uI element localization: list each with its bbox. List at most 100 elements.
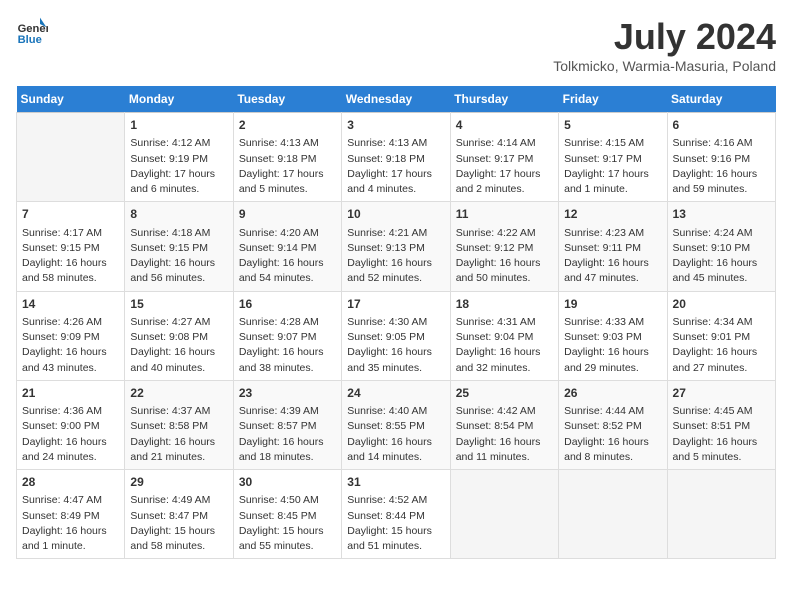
day-number: 19 bbox=[564, 296, 661, 313]
day-info: Sunrise: 4:18 AM Sunset: 9:15 PM Dayligh… bbox=[130, 226, 227, 287]
calendar-cell: 9Sunrise: 4:20 AM Sunset: 9:14 PM Daylig… bbox=[233, 202, 341, 291]
calendar-cell: 21 Sunrise: 4:36 AM Sunset: 9:00 PM Dayli… bbox=[17, 380, 125, 469]
day-number: 23 bbox=[239, 385, 336, 402]
day-info: Sunrise: 4:23 AM Sunset: 9:11 PM Dayligh… bbox=[564, 226, 661, 287]
calendar-cell: 22 Sunrise: 4:37 AM Sunset: 8:58 PM Dayli… bbox=[125, 380, 233, 469]
day-info: Sunrise: 4:30 AM Sunset: 9:05 PM Dayligh… bbox=[347, 315, 444, 376]
calendar-cell bbox=[667, 470, 775, 559]
day-number: 1 bbox=[130, 117, 227, 134]
day-number: 29 bbox=[130, 474, 227, 491]
calendar-cell: 20Sunrise: 4:34 AM Sunset: 9:01 PM Dayli… bbox=[667, 291, 775, 380]
calendar-cell: 15 Sunrise: 4:27 AM Sunset: 9:08 PM Dayli… bbox=[125, 291, 233, 380]
day-info: Sunrise: 4:28 AM Sunset: 9:07 PM Dayligh… bbox=[239, 315, 336, 376]
calendar-cell: 1 Sunrise: 4:12 AM Sunset: 9:19 PM Daylig… bbox=[125, 113, 233, 202]
calendar-week-row: 14 Sunrise: 4:26 AM Sunset: 9:09 PM Dayli… bbox=[17, 291, 776, 380]
calendar-cell: 6Sunrise: 4:16 AM Sunset: 9:16 PM Daylig… bbox=[667, 113, 775, 202]
calendar-cell: 2 Sunrise: 4:13 AM Sunset: 9:18 PM Daylig… bbox=[233, 113, 341, 202]
day-header-wednesday: Wednesday bbox=[342, 86, 450, 113]
calendar-week-row: 21 Sunrise: 4:36 AM Sunset: 9:00 PM Dayli… bbox=[17, 380, 776, 469]
day-number: 26 bbox=[564, 385, 661, 402]
calendar-cell: 17 Sunrise: 4:30 AM Sunset: 9:05 PM Dayli… bbox=[342, 291, 450, 380]
day-info: Sunrise: 4:27 AM Sunset: 9:08 PM Dayligh… bbox=[130, 315, 227, 376]
calendar-cell: 26 Sunrise: 4:44 AM Sunset: 8:52 PM Dayli… bbox=[559, 380, 667, 469]
day-number: 16 bbox=[239, 296, 336, 313]
day-number: 17 bbox=[347, 296, 444, 313]
day-info: Sunrise: 4:13 AM Sunset: 9:18 PM Dayligh… bbox=[347, 136, 444, 197]
svg-text:Blue: Blue bbox=[18, 34, 42, 46]
day-header-thursday: Thursday bbox=[450, 86, 558, 113]
logo-icon: General Blue bbox=[16, 16, 48, 48]
calendar-cell: 19 Sunrise: 4:33 AM Sunset: 9:03 PM Dayli… bbox=[559, 291, 667, 380]
calendar-cell: 27 Sunrise: 4:45 AM Sunset: 8:51 PM Dayli… bbox=[667, 380, 775, 469]
day-number: 21 bbox=[22, 385, 119, 402]
location-subtitle: Tolkmicko, Warmia-Masuria, Poland bbox=[553, 58, 776, 74]
day-info: Sunrise: 4:44 AM Sunset: 8:52 PM Dayligh… bbox=[564, 404, 661, 465]
day-info: Sunrise: 4:37 AM Sunset: 8:58 PM Dayligh… bbox=[130, 404, 227, 465]
day-info: Sunrise: 4:33 AM Sunset: 9:03 PM Dayligh… bbox=[564, 315, 661, 376]
day-number: 6 bbox=[673, 117, 770, 134]
day-number: 24 bbox=[347, 385, 444, 402]
day-info: Sunrise: 4:13 AM Sunset: 9:18 PM Dayligh… bbox=[239, 136, 336, 197]
day-info: Sunrise: 4:42 AM Sunset: 8:54 PM Dayligh… bbox=[456, 404, 553, 465]
calendar-cell: 10 Sunrise: 4:21 AM Sunset: 9:13 PM Dayli… bbox=[342, 202, 450, 291]
day-number: 18 bbox=[456, 296, 553, 313]
day-number: 12 bbox=[564, 206, 661, 223]
day-number: 28 bbox=[22, 474, 119, 491]
day-info: Sunrise: 4:22 AM Sunset: 9:12 PM Dayligh… bbox=[456, 226, 553, 287]
calendar-cell: 28 Sunrise: 4:47 AM Sunset: 8:49 PM Dayli… bbox=[17, 470, 125, 559]
day-number: 5 bbox=[564, 117, 661, 134]
calendar-cell bbox=[450, 470, 558, 559]
day-number: 9 bbox=[239, 206, 336, 223]
day-info: Sunrise: 4:24 AM Sunset: 9:10 PM Dayligh… bbox=[673, 226, 770, 287]
calendar-cell: 16 Sunrise: 4:28 AM Sunset: 9:07 PM Dayli… bbox=[233, 291, 341, 380]
day-number: 7 bbox=[22, 206, 119, 223]
day-info: Sunrise: 4:26 AM Sunset: 9:09 PM Dayligh… bbox=[22, 315, 119, 376]
calendar-cell: 23Sunrise: 4:39 AM Sunset: 8:57 PM Dayli… bbox=[233, 380, 341, 469]
day-number: 11 bbox=[456, 206, 553, 223]
day-number: 13 bbox=[673, 206, 770, 223]
calendar-cell: 11 Sunrise: 4:22 AM Sunset: 9:12 PM Dayli… bbox=[450, 202, 558, 291]
calendar-cell: 8 Sunrise: 4:18 AM Sunset: 9:15 PM Daylig… bbox=[125, 202, 233, 291]
calendar-cell: 7 Sunrise: 4:17 AM Sunset: 9:15 PM Daylig… bbox=[17, 202, 125, 291]
day-number: 4 bbox=[456, 117, 553, 134]
day-number: 8 bbox=[130, 206, 227, 223]
calendar-cell bbox=[559, 470, 667, 559]
day-number: 2 bbox=[239, 117, 336, 134]
day-number: 27 bbox=[673, 385, 770, 402]
day-number: 15 bbox=[130, 296, 227, 313]
day-number: 10 bbox=[347, 206, 444, 223]
calendar-table: SundayMondayTuesdayWednesdayThursdayFrid… bbox=[16, 86, 776, 559]
day-info: Sunrise: 4:17 AM Sunset: 9:15 PM Dayligh… bbox=[22, 226, 119, 287]
calendar-cell: 4Sunrise: 4:14 AM Sunset: 9:17 PM Daylig… bbox=[450, 113, 558, 202]
calendar-week-row: 28 Sunrise: 4:47 AM Sunset: 8:49 PM Dayli… bbox=[17, 470, 776, 559]
day-info: Sunrise: 4:31 AM Sunset: 9:04 PM Dayligh… bbox=[456, 315, 553, 376]
day-info: Sunrise: 4:45 AM Sunset: 8:51 PM Dayligh… bbox=[673, 404, 770, 465]
day-info: Sunrise: 4:52 AM Sunset: 8:44 PM Dayligh… bbox=[347, 493, 444, 554]
day-header-friday: Friday bbox=[559, 86, 667, 113]
calendar-week-row: 1 Sunrise: 4:12 AM Sunset: 9:19 PM Daylig… bbox=[17, 113, 776, 202]
day-info: Sunrise: 4:50 AM Sunset: 8:45 PM Dayligh… bbox=[239, 493, 336, 554]
page-header: General Blue July 2024 Tolkmicko, Warmia… bbox=[16, 16, 776, 74]
day-number: 14 bbox=[22, 296, 119, 313]
calendar-cell: 3Sunrise: 4:13 AM Sunset: 9:18 PM Daylig… bbox=[342, 113, 450, 202]
calendar-cell: 24Sunrise: 4:40 AM Sunset: 8:55 PM Dayli… bbox=[342, 380, 450, 469]
day-info: Sunrise: 4:47 AM Sunset: 8:49 PM Dayligh… bbox=[22, 493, 119, 554]
calendar-header-row: SundayMondayTuesdayWednesdayThursdayFrid… bbox=[17, 86, 776, 113]
month-title: July 2024 bbox=[553, 16, 776, 58]
calendar-cell: 14 Sunrise: 4:26 AM Sunset: 9:09 PM Dayli… bbox=[17, 291, 125, 380]
day-number: 22 bbox=[130, 385, 227, 402]
calendar-cell: 31Sunrise: 4:52 AM Sunset: 8:44 PM Dayli… bbox=[342, 470, 450, 559]
day-header-saturday: Saturday bbox=[667, 86, 775, 113]
calendar-cell: 18 Sunrise: 4:31 AM Sunset: 9:04 PM Dayli… bbox=[450, 291, 558, 380]
day-info: Sunrise: 4:36 AM Sunset: 9:00 PM Dayligh… bbox=[22, 404, 119, 465]
day-header-tuesday: Tuesday bbox=[233, 86, 341, 113]
title-section: July 2024 Tolkmicko, Warmia-Masuria, Pol… bbox=[553, 16, 776, 74]
day-info: Sunrise: 4:12 AM Sunset: 9:19 PM Dayligh… bbox=[130, 136, 227, 197]
calendar-cell bbox=[17, 113, 125, 202]
calendar-cell: 13 Sunrise: 4:24 AM Sunset: 9:10 PM Dayli… bbox=[667, 202, 775, 291]
day-info: Sunrise: 4:21 AM Sunset: 9:13 PM Dayligh… bbox=[347, 226, 444, 287]
day-info: Sunrise: 4:15 AM Sunset: 9:17 PM Dayligh… bbox=[564, 136, 661, 197]
day-number: 30 bbox=[239, 474, 336, 491]
calendar-cell: 25Sunrise: 4:42 AM Sunset: 8:54 PM Dayli… bbox=[450, 380, 558, 469]
day-info: Sunrise: 4:34 AM Sunset: 9:01 PM Dayligh… bbox=[673, 315, 770, 376]
